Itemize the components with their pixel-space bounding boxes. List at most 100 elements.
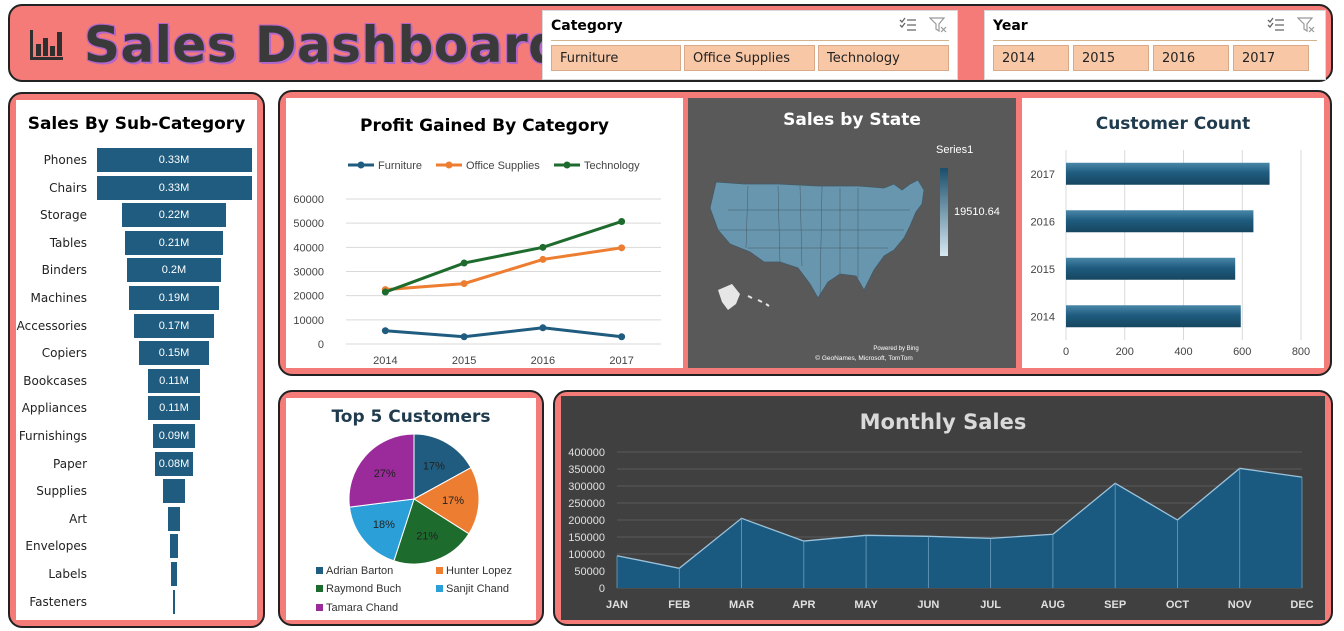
slicer-item-2015[interactable]: 2015: [1073, 45, 1149, 71]
x-tick-label: SEP: [1104, 599, 1126, 611]
subcategory-label: Furnishings: [18, 429, 87, 443]
slicer-item-2017[interactable]: 2017: [1233, 45, 1309, 71]
y-tick-label: 10000: [293, 315, 324, 327]
x-tick-label: OCT: [1166, 599, 1190, 611]
subcategory-panel: Sales By Sub-Category Phones 0.33M Chairs 0…: [8, 92, 265, 628]
category-slicer: Category Furniture Office Supplies Techn…: [542, 10, 958, 80]
x-tick-label: MAY: [854, 599, 878, 611]
top5-panel: Top 5 Customers 17% 17% 21% 18% 27% Adrian Ba…: [278, 390, 544, 626]
subcategory-label: Copiers: [41, 346, 87, 361]
map-credit-line1: Powered by Bing: [873, 346, 918, 352]
subcategory-label: Chairs: [49, 180, 87, 195]
y-tick-label: 0: [318, 339, 324, 351]
subcategory-label: Bookcases: [23, 373, 87, 388]
pie-value-label: 17%: [423, 460, 445, 472]
data-point: [539, 255, 547, 263]
subcategory-bar: 0.11M: [148, 396, 200, 421]
data-point: [460, 333, 468, 341]
subcategory-label: Storage: [40, 208, 87, 223]
x-tick-label: NOV: [1228, 599, 1253, 611]
y-tick-label: 30000: [293, 267, 324, 279]
y-tick-label: 2017: [1031, 169, 1055, 181]
data-point: [381, 288, 389, 296]
slicer-item-furniture[interactable]: Furniture: [551, 45, 681, 71]
y-tick-label: 40000: [293, 242, 324, 254]
customer-bar: [1066, 305, 1241, 328]
slicer-item-technology[interactable]: Technology: [818, 45, 949, 71]
legend-swatch: [436, 567, 443, 574]
clear-filter-icon[interactable]: [928, 17, 947, 38]
us-map: Powered by Bing © GeoNames, Microsoft, T…: [709, 179, 925, 362]
profit-line-chart: 0 10000 20000 30000 40000 50000 60000 2014 2015 2…: [293, 160, 661, 367]
monthly-sales-chart[interactable]: Monthly Sales 0 50000 100000 150000 200000 25…: [561, 396, 1325, 620]
y-tick-label: 50000: [574, 566, 605, 578]
legend-swatch: [316, 567, 323, 574]
y-tick-label: 20000: [293, 291, 324, 303]
legend-label: Office Supplies: [466, 160, 540, 172]
y-tick-label: 350000: [568, 464, 605, 476]
legend-swatch: [316, 585, 323, 592]
subcategory-bar: 0.33M: [96, 148, 252, 172]
bar-chart-icon: [30, 28, 64, 65]
x-tick-label: 2014: [373, 355, 397, 367]
customer-count-chart[interactable]: Customer Count 0 200 400 600 800 2017 2016 2015…: [1022, 98, 1324, 368]
subcategory-bar: 0.33M: [96, 175, 252, 200]
profit-chart[interactable]: Profit Gained By Category 0 10000 20000 300…: [286, 98, 683, 368]
subcategory-chart[interactable]: Sales By Sub-Category Phones 0.33M Chairs 0…: [16, 100, 257, 620]
top5-pie: 17% 17% 21% 18% 27% Adrian Barton Hunter Lopez…: [316, 433, 512, 614]
legend-label: Tamara Chand: [326, 602, 398, 614]
pie-value-label: 21%: [416, 531, 438, 543]
year-slicer: Year 2014 2015 2016 2017: [984, 10, 1326, 80]
data-point: [460, 259, 468, 267]
subcategory-label: Machines: [30, 291, 87, 305]
legend-label: Technology: [584, 160, 640, 172]
subcategory-bar: [171, 562, 177, 586]
legend-marker: [357, 161, 365, 169]
customer-bar: [1066, 162, 1270, 185]
subcategory-label: Labels: [48, 567, 87, 581]
y-tick-label: 250000: [568, 498, 605, 510]
subcategory-bar: 0.19M: [129, 286, 219, 310]
pie-value-label: 17%: [442, 495, 464, 507]
subcategory-label: Accessories: [16, 318, 87, 333]
subcategory-bar: 0.2M: [127, 258, 221, 283]
x-tick-label: 400: [1174, 346, 1192, 358]
multi-select-icon[interactable]: [899, 17, 917, 38]
y-tick-label: 400000: [568, 447, 605, 459]
slicer-item-2016[interactable]: 2016: [1153, 45, 1229, 71]
subcategory-label: Fasteners: [29, 594, 87, 609]
year-slicer-title: Year: [993, 18, 1028, 34]
slicer-item-office-supplies[interactable]: Office Supplies: [684, 45, 815, 71]
category-slicer-title: Category: [551, 18, 623, 34]
multi-select-icon[interactable]: [1267, 17, 1285, 38]
legend-swatch: [436, 585, 443, 592]
y-tick-label: 60000: [293, 194, 324, 206]
header-banner: Sales Dashboard Category Furniture Offic…: [8, 4, 1333, 82]
legend-label: Adrian Barton: [326, 565, 393, 577]
series-line: [384, 220, 623, 294]
pie-value-label: 18%: [373, 519, 395, 531]
y-tick-label: 150000: [568, 532, 605, 544]
subcategory-bar: [173, 589, 175, 614]
y-tick-label: 0: [599, 583, 605, 595]
top-charts-panel: Profit Gained By Category 0 10000 20000 300…: [278, 90, 1332, 376]
subcategory-bar: [162, 479, 186, 504]
x-tick-label: 2016: [531, 355, 555, 367]
series-line: [385, 326, 622, 339]
state-map-chart[interactable]: Sales by State Series1 19510.64 Powered …: [688, 98, 1016, 368]
customer-bar: [1066, 210, 1254, 233]
top5-customers-chart[interactable]: Top 5 Customers 17% 17% 21% 18% 27% Adrian Ba…: [286, 398, 536, 620]
monthly-area-chart: 0 50000 100000 150000 200000 250000 300000 3500…: [568, 447, 1313, 611]
subcategory-label: Binders: [41, 263, 87, 278]
x-tick-label: JUN: [917, 599, 939, 611]
subcategory-bar: 0.15M: [138, 341, 210, 366]
data-point: [539, 243, 547, 251]
x-tick-label: FEB: [668, 599, 690, 611]
data-point: [618, 244, 626, 252]
clear-filter-icon[interactable]: [1296, 17, 1315, 38]
subcategory-label: Paper: [53, 456, 87, 471]
x-tick-label: JUL: [980, 599, 1001, 611]
subcategory-label: Supplies: [36, 484, 87, 499]
x-tick-label: JAN: [606, 599, 628, 611]
slicer-item-2014[interactable]: 2014: [993, 45, 1069, 71]
